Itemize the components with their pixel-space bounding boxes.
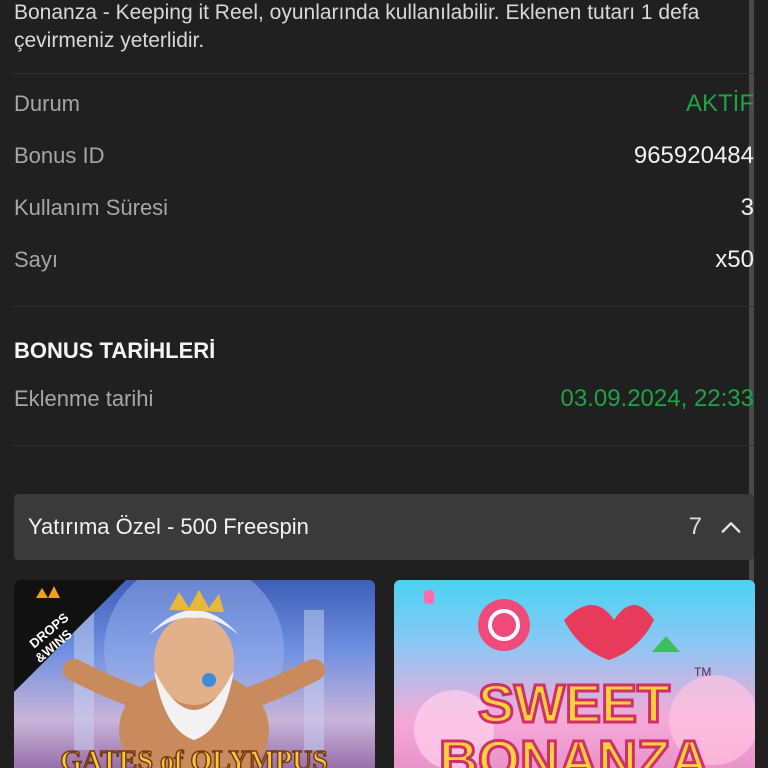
bonus-description: Bonanza - Keeping it Reel, oyunlarında k… bbox=[14, 1, 700, 52]
freespin-accordion-header[interactable]: Yatırıma Özel - 500 Freespin 7 bbox=[14, 494, 754, 560]
detail-row-count: Sayı x50 bbox=[14, 234, 754, 286]
detail-row-usage-duration: Kullanım Süresi 3 bbox=[14, 182, 754, 234]
accordion-title: Yatırıma Özel - 500 Freespin bbox=[28, 514, 309, 539]
gates-of-olympus-logo: GATES of OLYMPUS bbox=[59, 745, 328, 768]
detail-row-status: Durum AKTİF bbox=[14, 78, 754, 130]
svg-text:TM: TM bbox=[694, 665, 711, 679]
detail-row-bonus-id: Bonus ID 965920484 bbox=[14, 130, 754, 182]
count-label: Sayı bbox=[14, 247, 59, 272]
accordion-count: 7 bbox=[688, 513, 702, 540]
svg-text:GATES of OLYMPUS: GATES of OLYMPUS bbox=[60, 746, 328, 768]
added-date-value: 03.09.2024, 22:33 bbox=[560, 385, 754, 412]
game-card-sweet-bonanza[interactable]: SWEET BONANZA TM bbox=[394, 580, 755, 768]
usage-duration-label: Kullanım Süresi bbox=[14, 195, 169, 220]
usage-duration-value: 3 bbox=[740, 194, 754, 221]
status-label: Durum bbox=[14, 91, 81, 116]
game-card-gates-of-olympus[interactable]: DROPS &WINS GATES of OLYMPUS bbox=[14, 580, 375, 768]
status-value: AKTİF bbox=[685, 90, 754, 117]
drops-and-wins-badge: DROPS &WINS bbox=[14, 580, 126, 692]
sweet-bonanza-logo: SWEET BONANZA TM bbox=[438, 665, 712, 768]
svg-text:SWEET: SWEET bbox=[478, 674, 670, 734]
bonus-details: Bonanza - Keeping it Reel, oyunlarında k… bbox=[14, 0, 754, 446]
added-date-label: Eklenme tarihi bbox=[14, 386, 154, 411]
bonus-dates-title: BONUS TARİHLERİ bbox=[14, 338, 216, 363]
detail-row-added-date: Eklenme tarihi 03.09.2024, 22:33 bbox=[14, 373, 754, 425]
bonus-id-label: Bonus ID bbox=[14, 143, 105, 168]
divider bbox=[14, 306, 754, 307]
svg-text:BONANZA: BONANZA bbox=[439, 730, 709, 768]
chevron-up-icon[interactable] bbox=[720, 516, 742, 538]
bonus-id-value: 965920484 bbox=[633, 142, 754, 169]
divider bbox=[14, 445, 754, 446]
count-value: x50 bbox=[715, 246, 754, 273]
